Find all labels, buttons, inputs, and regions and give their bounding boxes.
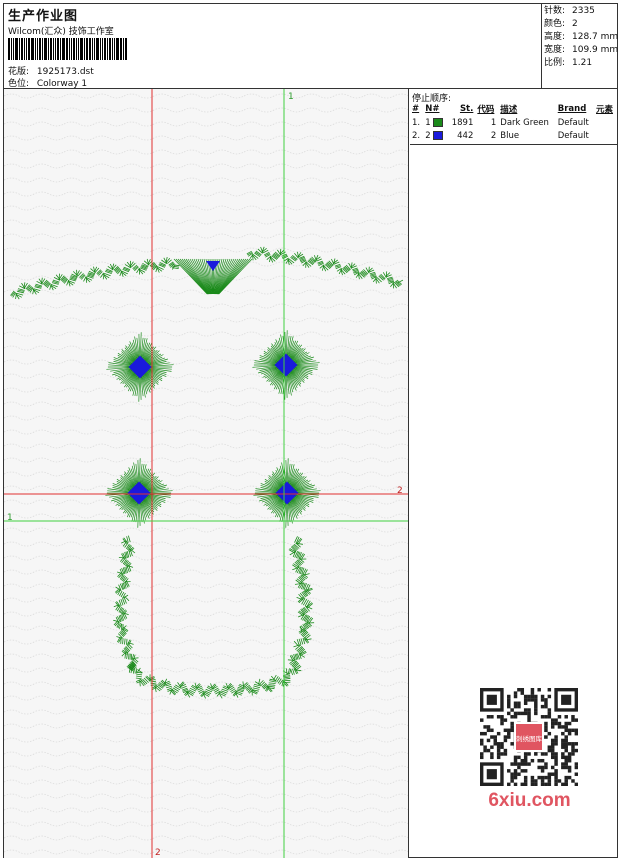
red-guide-label-bottom: 2 [155,848,161,858]
company-name: Wilcom(汇众) 技饰工作室 [8,27,114,37]
production-worksheet: 生产作业图 Wilcom(汇众) 技饰工作室 花版: 1925173.dst 色… [3,3,618,858]
watermark-site: 6xiu.com [488,790,571,811]
color-swatch-green [433,117,444,127]
design-preview: 1 1 2 2 [4,89,409,858]
table-row: 2. 2 442 2 Blue Default [412,130,589,141]
stat-stitches: 针数: 2335 [544,6,595,16]
color-swatch-blue [433,130,444,140]
table-header-row: # N# St. 代码 描述 Brand 元素 [410,102,617,116]
stat-scale: 比例: 1.21 [544,58,593,68]
col-stitches: St. [459,104,474,114]
colorway-label: 色位: [8,79,30,89]
red-guide-label-right: 2 [397,486,403,496]
col-code: 代码 [477,105,495,115]
green-guide-label-top: 1 [288,92,294,102]
col-brand: Brand [557,104,587,114]
col-needle: N# [425,104,440,114]
worksheet-title: 生产作业图 [8,9,79,24]
col-seq: # [412,104,420,114]
colorway-value: Colorway 1 [36,79,88,89]
watermark: 刺绣图库 6xiu.com [472,686,587,816]
table-row: 1. 1 1891 1 Dark Green Default [412,117,589,128]
qr-code-icon: 刺绣图库 [480,688,578,786]
col-description: 描述 [500,105,518,115]
stop-sequence-table: # N# St. 代码 描述 Brand 元素 1. 1 1891 1 Dark… [410,102,617,142]
embroidery-design: 1 1 2 2 [4,89,408,858]
panel-divider [410,144,617,145]
stat-colors: 颜色: 2 [544,19,578,29]
fabric-texture [4,89,408,858]
worksheet-header: 生产作业图 Wilcom(汇众) 技饰工作室 花版: 1925173.dst 色… [4,4,618,89]
design-barcode [8,38,142,60]
qr-stamp-text: 刺绣图库 [516,734,543,743]
design-stats: 针数: 2335 颜色: 2 高度: 128.7 mm 宽度: 109.9 mm 比例:… [541,4,618,89]
stat-height: 高度: 128.7 mm [544,32,619,42]
colorway-line: 色位: Colorway 1 [8,76,87,89]
green-guide-label-left: 1 [7,513,13,523]
col-element: 元素 [596,105,614,115]
stat-width: 宽度: 109.9 mm [544,45,619,55]
